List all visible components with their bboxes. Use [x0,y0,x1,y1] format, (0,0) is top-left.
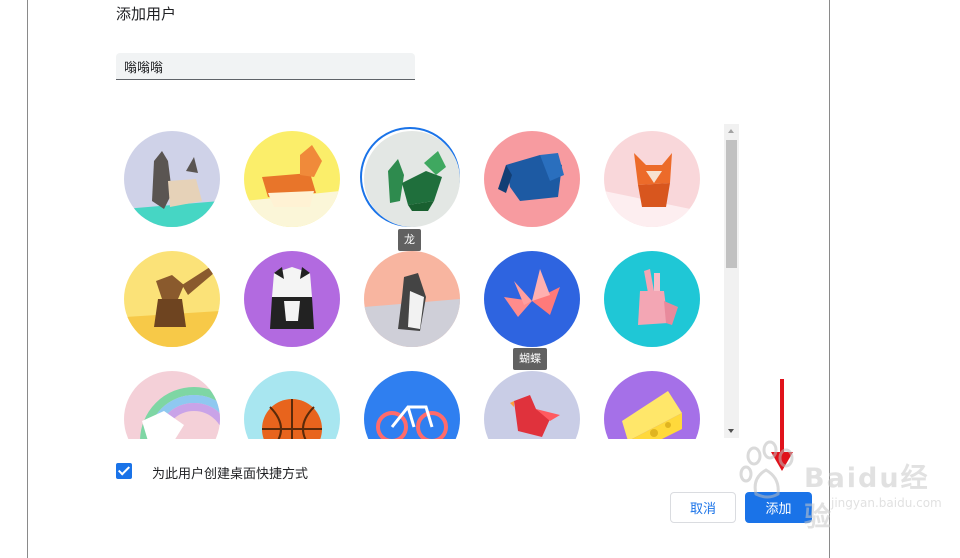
avatar-fox[interactable] [604,131,700,227]
avatar-dragon[interactable] [364,131,460,227]
desktop-shortcut-label: 为此用户创建桌面快捷方式 [152,467,309,482]
tooltip-butterfly: 蝴蝶 [513,348,547,370]
cancel-button[interactable]: 取消 [670,492,736,523]
avatar-cheese[interactable] [604,371,700,439]
avatar-grid-scrollbar[interactable] [724,124,739,438]
baidu-watermark: Baidu经验 jingyan.baidu.com [736,438,946,533]
avatar-bike[interactable] [364,371,460,439]
watermark-url: jingyan.baidu.com [831,496,942,510]
avatar-unicorn[interactable] [124,371,220,439]
baidu-paw-logo-icon [739,440,794,499]
tooltip-dragon: 龙 [398,229,421,251]
avatar-corgi[interactable] [244,131,340,227]
avatar-butterfly[interactable] [484,251,580,347]
avatar-monkey[interactable] [124,251,220,347]
watermark-text: Baidu经验 [804,463,930,533]
scroll-down-arrow-icon[interactable] [724,423,739,438]
avatar-panda[interactable] [244,251,340,347]
desktop-shortcut-checkbox[interactable] [116,463,132,479]
avatar-bird[interactable] [484,371,580,439]
scrollbar-thumb[interactable] [726,140,737,268]
avatar-rabbit[interactable] [604,251,700,347]
avatar-cat[interactable] [124,131,220,227]
scroll-up-arrow-icon[interactable] [724,124,739,139]
avatar-elephant[interactable] [484,131,580,227]
avatar-penguin[interactable] [364,251,460,347]
avatar-basketball[interactable] [244,371,340,439]
avatar-grid [114,124,734,439]
user-name-input[interactable] [116,53,415,80]
dialog-title: 添加用户 [116,5,177,23]
